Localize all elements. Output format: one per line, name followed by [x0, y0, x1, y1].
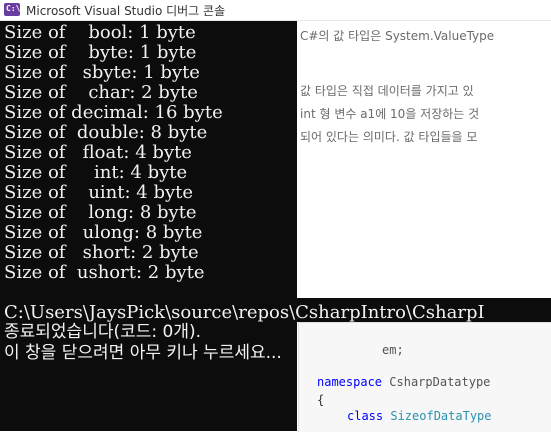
- console-line: Size of long: 8 byte: [4, 202, 197, 223]
- code-class-line: class SizeofDataType: [347, 409, 492, 423]
- console-line: Size of uint: 4 byte: [4, 182, 194, 203]
- console-line: Size of double: 8 byte: [4, 122, 208, 143]
- console-path-line: C:\Users\JaysPick\source\repos\CsharpInt…: [4, 302, 485, 323]
- console-line: Size of int: 4 byte: [4, 162, 188, 183]
- code-brace: {: [317, 393, 325, 407]
- blog-heading: C#의 값 타입은 System.ValueType: [300, 29, 495, 43]
- code-snippet: em; namespace CsharpDatatype { class Siz…: [298, 322, 551, 432]
- console-line: Size of byte: 1 byte: [4, 42, 197, 63]
- blog-paragraph-line: 되어 있다는 의미다. 값 타입들을 모: [300, 130, 478, 144]
- console-line: Size of float: 4 byte: [4, 142, 192, 163]
- console-line: Size of ushort: 2 byte: [4, 262, 205, 283]
- debug-console-output[interactable]: Size of bool: 1 byte Size of byte: 1 byt…: [0, 21, 297, 431]
- console-exit-message: 종료되었습니다(코드: 0개).: [4, 322, 202, 342]
- console-line: Size of char: 2 byte: [4, 82, 198, 103]
- window-titlebar[interactable]: C:\ Microsoft Visual Studio 디버그 콘솔: [0, 0, 551, 21]
- console-line: Size of decimal: 16 byte: [4, 102, 223, 123]
- console-app-icon: C:\: [4, 3, 20, 16]
- blog-paragraph-line: 값 타입은 직접 데이터를 가지고 있: [300, 84, 474, 98]
- console-line: Size of short: 2 byte: [4, 242, 199, 263]
- code-using-fragment: em;: [382, 343, 404, 357]
- window-title: Microsoft Visual Studio 디버그 콘솔: [26, 4, 226, 18]
- console-line: Size of bool: 1 byte: [4, 22, 196, 43]
- code-keyword: namespace: [317, 375, 383, 389]
- console-close-prompt: 이 창을 닫으려면 아무 키나 누르세요...: [4, 343, 282, 363]
- code-type-name: SizeofDataType: [390, 409, 492, 423]
- blog-paragraph-line: int 형 변수 a1에 10을 저장하는 것: [300, 107, 480, 121]
- code-keyword: class: [347, 409, 384, 423]
- code-identifier: CsharpDatatype: [389, 375, 491, 389]
- console-line: Size of ulong: 8 byte: [4, 222, 203, 243]
- console-line: Size of sbyte: 1 byte: [4, 62, 200, 83]
- code-namespace-line: namespace CsharpDatatype: [317, 375, 490, 389]
